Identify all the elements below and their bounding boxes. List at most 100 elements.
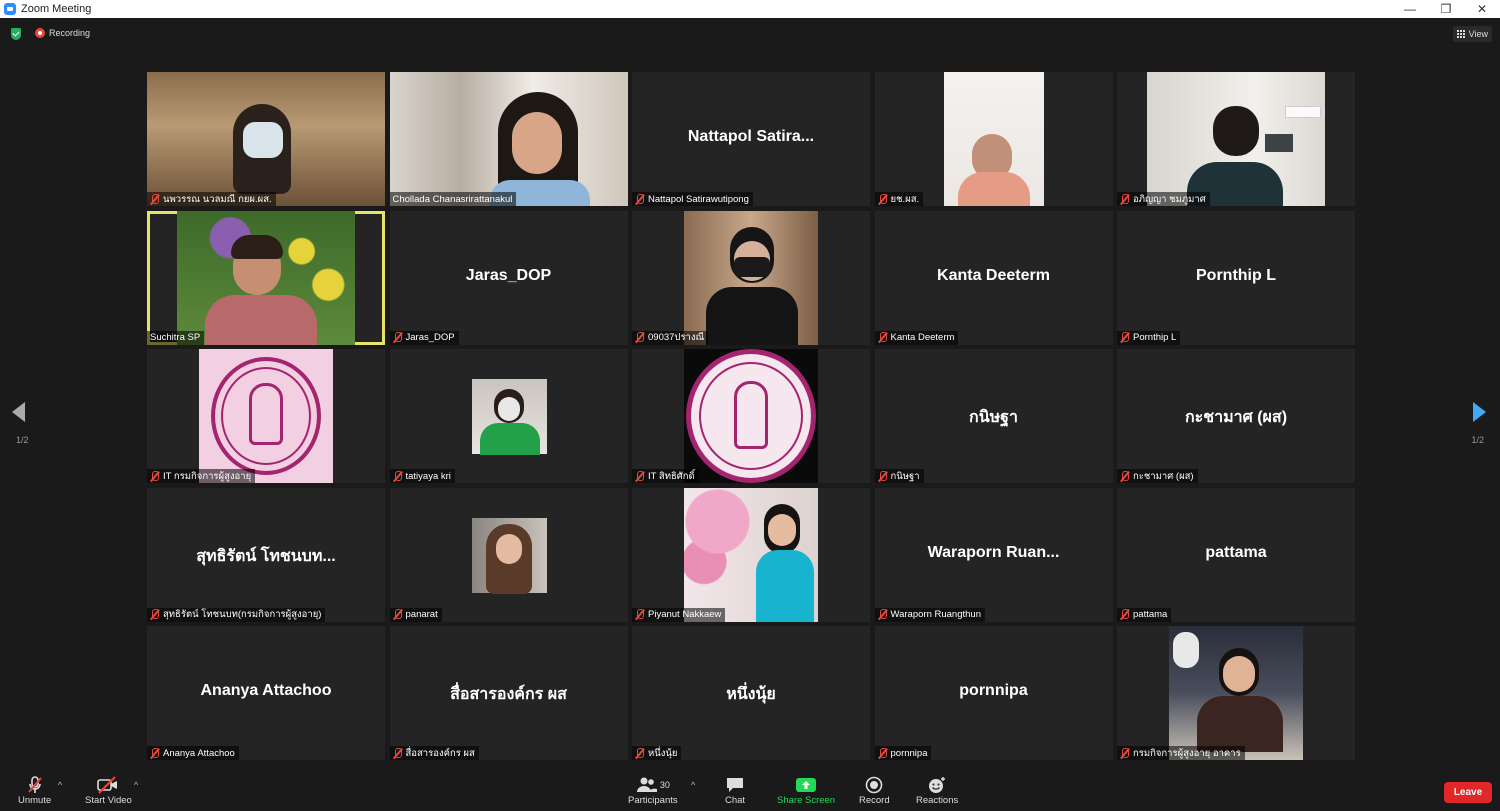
participant-name-label: Nattapol Satirawutipong [632, 192, 753, 206]
share-screen-label: Share Screen [777, 795, 836, 806]
participant-display-name: Jaras_DOP [465, 266, 552, 284]
participant-name: tatiyaya kri [405, 470, 451, 482]
zoom-app-icon [4, 3, 16, 15]
participant-tile[interactable]: สุทธิรัตน์ โทชนบท... สุทธิรัตน์ โทชนบท(ก… [147, 487, 385, 622]
participant-display-name: Waraporn Ruan... [927, 543, 1060, 561]
participants-label: Participants [628, 795, 678, 806]
participant-tile[interactable]: IT สิทธิศักดิ์ [632, 349, 870, 483]
participant-tile[interactable]: กนิษฐา กนิษฐา [874, 349, 1113, 483]
participant-name: สื่อสารองค์กร ผส [405, 747, 475, 759]
participant-tile[interactable]: นพวรรณ นวลมณี กยผ.ผส. [147, 72, 385, 206]
video-off-icon [96, 775, 120, 795]
participant-tile[interactable]: Kanta Deeterm Kanta Deeterm [874, 210, 1113, 345]
participant-video [471, 379, 547, 455]
recording-indicator[interactable]: Recording [35, 28, 90, 38]
participant-name: panarat [405, 609, 438, 620]
participant-tile[interactable]: Ananya Attachoo Ananya Attachoo [147, 626, 385, 760]
participant-tile[interactable]: pornnipa pornnipa [874, 626, 1113, 760]
muted-mic-icon [635, 332, 644, 343]
muted-microphone-icon [25, 775, 45, 795]
participant-name: Jaras_DOP [405, 332, 455, 343]
next-page-button[interactable] [1468, 402, 1488, 432]
leave-button[interactable]: Leave [1444, 782, 1492, 803]
participants-button[interactable]: 30 Participants [628, 775, 678, 806]
view-label: View [1468, 29, 1488, 39]
participant-name: นพวรรณ นวลมณี กยผ.ผส. [163, 193, 272, 205]
chat-button[interactable]: Chat [725, 775, 745, 806]
participant-name-label: 09037ปรางณี [632, 330, 709, 345]
arrow-left-icon [12, 402, 25, 422]
participant-tile[interactable]: อภิญญา ชมภูมาศ [1117, 72, 1355, 206]
participant-tile[interactable]: ยช.ผส. [874, 72, 1113, 206]
muted-mic-icon [1120, 332, 1129, 343]
participant-tile[interactable]: กะชามาศ (ผส) กะชามาศ (ผส) [1117, 349, 1355, 483]
participant-name: Pornthip L [1133, 332, 1177, 343]
participant-name-label: Waraporn Ruangthun [874, 607, 985, 622]
participant-tile[interactable]: Pornthip L Pornthip L [1117, 210, 1355, 345]
participant-name: กนิษฐา [890, 470, 920, 482]
record-button[interactable]: Record [859, 775, 890, 806]
window-controls: — ❐ ✕ [1392, 0, 1500, 18]
participant-name-label: อภิญญา ชมภูมาศ [1117, 192, 1210, 206]
participant-tile[interactable]: Waraporn Ruan... Waraporn Ruangthun [874, 487, 1113, 622]
participant-name-label: Jaras_DOP [389, 330, 459, 345]
muted-mic-icon [1120, 609, 1129, 620]
participant-name: กะชามาศ (ผส) [1133, 470, 1194, 482]
page-indicator-right: 1/2 [1471, 435, 1484, 445]
participant-name: 09037ปรางณี [648, 332, 705, 343]
participant-display-name: Ananya Attachoo [200, 682, 332, 699]
participant-name-label: สื่อสารองค์กร ผส [389, 746, 479, 760]
participant-name-label: IT กรมกิจการผู้สูงอายุ [147, 469, 256, 483]
audio-options-caret-icon[interactable]: ^ [58, 780, 62, 790]
participant-video [684, 349, 818, 483]
view-button[interactable]: View [1452, 26, 1492, 42]
participants-options-caret-icon[interactable]: ^ [691, 780, 695, 790]
participant-name: กรมกิจการผู้สูงอายุ อาคาร [1133, 747, 1241, 759]
participant-name-label: นพวรรณ นวลมณี กยผ.ผส. [147, 192, 276, 206]
participant-name: IT สิทธิศักดิ์ [648, 470, 695, 482]
minimize-button[interactable]: — [1392, 0, 1428, 18]
participant-tile[interactable]: กรมกิจการผู้สูงอายุ อาคาร [1117, 626, 1355, 760]
muted-mic-icon [150, 609, 159, 620]
participant-video [177, 210, 355, 345]
participant-tile[interactable]: Nattapol Satira... Nattapol Satirawutipo… [632, 72, 870, 206]
participant-video [943, 72, 1044, 206]
participant-tile[interactable]: Jaras_DOP Jaras_DOP [389, 210, 628, 345]
participant-name-label: Pornthip L [1117, 330, 1181, 345]
participants-count: 30 [659, 780, 670, 790]
participant-tile[interactable]: pattama pattama [1117, 487, 1355, 622]
muted-mic-icon [635, 747, 644, 759]
participant-name-label: Suchitra SP [147, 330, 205, 345]
muted-mic-icon [150, 747, 159, 759]
participant-tile[interactable]: หนึ่งนุ้ย หนึ่งนุ้ย [632, 626, 870, 760]
unmute-button[interactable]: Unmute [18, 775, 51, 806]
close-button[interactable]: ✕ [1464, 0, 1500, 18]
share-screen-button[interactable]: Share Screen [777, 775, 835, 806]
restore-button[interactable]: ❐ [1428, 0, 1464, 18]
video-options-caret-icon[interactable]: ^ [134, 780, 138, 790]
participant-name-label: หนึ่งนุ้ย [632, 746, 682, 760]
participant-display-name: pattama [1205, 543, 1267, 561]
participant-name: Nattapol Satirawutipong [648, 193, 749, 205]
participant-tile-active-speaker[interactable]: Suchitra SP [147, 210, 385, 345]
participant-tile[interactable]: tatiyaya kri [389, 349, 628, 483]
participant-tile[interactable]: 09037ปรางณี [632, 210, 870, 345]
encryption-shield-icon[interactable] [11, 28, 21, 40]
muted-mic-icon [150, 470, 159, 482]
participant-tile[interactable]: Piyanut Nakkaew [632, 487, 870, 622]
participant-name-label: Chollada Chanasrirattanakul [389, 192, 517, 206]
participant-tile[interactable]: สื่อสารองค์กร ผส สื่อสารองค์กร ผส [389, 626, 628, 760]
participant-name-label: Kanta Deeterm [874, 330, 959, 345]
reactions-button[interactable]: Reactions [916, 775, 958, 806]
participant-video [147, 72, 385, 206]
participant-name: ยช.ผส. [890, 193, 920, 205]
participant-name-label: Ananya Attachoo [147, 746, 239, 760]
participant-tile[interactable]: panarat [389, 487, 628, 622]
participant-display-name: pornnipa [959, 682, 1028, 699]
start-video-label: Start Video [85, 795, 132, 806]
start-video-button[interactable]: Start Video [85, 775, 132, 806]
participant-tile[interactable]: Chollada Chanasrirattanakul [389, 72, 628, 206]
participant-tile[interactable]: IT กรมกิจการผู้สูงอายุ [147, 349, 385, 483]
previous-page-button[interactable] [12, 402, 32, 432]
muted-mic-icon [393, 332, 402, 343]
